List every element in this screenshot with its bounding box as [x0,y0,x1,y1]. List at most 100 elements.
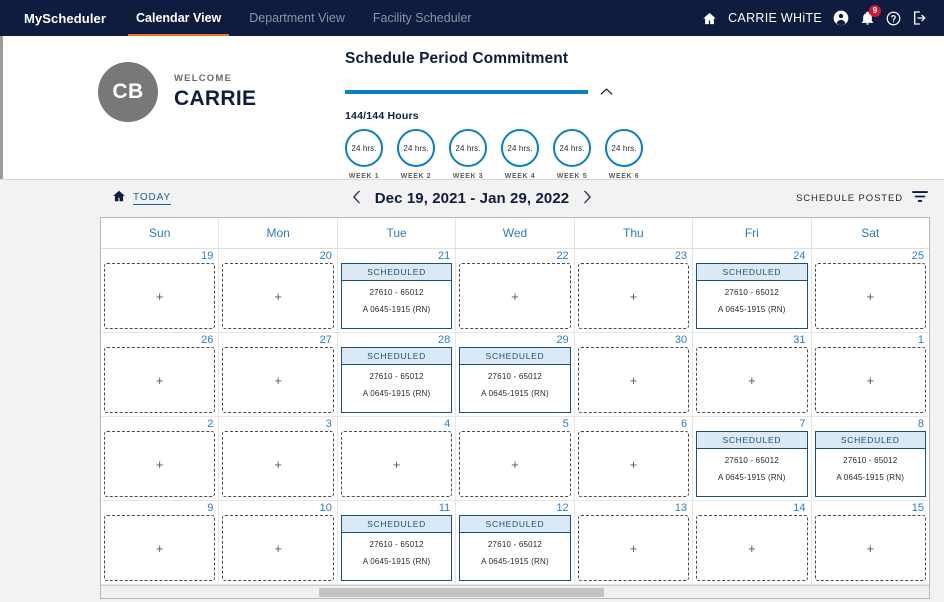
week-summary[interactable]: 24 hrs. WEEK 6 [605,129,643,180]
shift-time: A 0645-1915 (RN) [836,473,905,482]
add-shift-button[interactable]: + [459,263,571,329]
add-shift-button[interactable]: + [222,263,334,329]
shift-status-label: SCHEDULED [697,264,807,281]
week-label: WEEK 2 [400,173,432,180]
welcome-label: WELCOME [174,73,233,84]
nav-right-cluster: CARRIE WHiTE 9 [702,0,944,36]
week-summary[interactable]: 24 hrs. WEEK 2 [397,129,435,180]
chevron-up-icon[interactable] [600,83,613,101]
add-shift-button[interactable]: + [340,431,453,497]
scheduled-shift-card[interactable]: SCHEDULED 27610 - 65012 A 0645-1915 (RN) [814,431,926,497]
account-icon[interactable] [833,10,849,26]
shift-status-label: SCHEDULED [460,516,570,533]
calendar-day-cell: 10 + [219,501,338,585]
scheduled-shift-card[interactable]: SCHEDULED 27610 - 65012 A 0645-1915 (RN) [696,431,808,497]
tab-facility-scheduler[interactable]: Facility Scheduler [359,0,486,36]
tab-calendar-view[interactable]: Calendar View [122,0,235,36]
plus-icon: + [274,456,282,472]
shift-code: 27610 - 65012 [369,540,424,549]
chevron-right-icon[interactable] [583,190,592,207]
commitment-hours-label: 144/144 Hours [345,110,419,122]
week-hours-circle: 24 hrs. [449,129,487,167]
calendar-day-cell: 24 SCHEDULED 27610 - 65012 A 0645-1915 (RN) [693,249,812,333]
add-shift-button[interactable]: + [577,347,690,413]
plus-icon: + [629,372,638,388]
scheduled-shift-card[interactable]: SCHEDULED 27610 - 65012 A 0645-1915 (RN) [340,515,453,581]
add-shift-button[interactable]: + [814,515,926,581]
plus-icon: + [866,540,875,556]
calendar-day-cell: 8 SCHEDULED 27610 - 65012 A 0645-1915 (RN) [811,417,929,501]
left-edge-strip [0,36,3,179]
shift-status-label: SCHEDULED [460,348,570,365]
calendar-toolbar: TODAY Dec 19, 2021 - Jan 29, 2022 SCHEDU… [0,180,944,217]
add-shift-button[interactable]: + [577,263,690,329]
plus-icon: + [748,540,756,556]
day-number: 29 [556,334,569,346]
week-label: WEEK 6 [608,173,640,180]
shift-details: 27610 - 65012 A 0645-1915 (RN) [342,281,451,328]
day-number: 9 [207,502,214,514]
plus-icon: + [866,288,875,304]
calendar-day-cell: 14 + [693,501,812,585]
home-icon [112,189,126,208]
calendar-day-cell: 23 + [574,249,694,333]
help-icon[interactable] [886,11,901,26]
today-button[interactable]: TODAY [112,189,172,208]
add-shift-button[interactable]: + [814,347,926,413]
calendar-day-cell: 31 + [693,333,812,417]
notification-bell-icon[interactable]: 9 [860,4,881,26]
shift-code: 27610 - 65012 [369,372,424,381]
add-shift-button[interactable]: + [459,431,571,497]
plus-icon: + [155,456,164,472]
add-shift-button[interactable]: + [104,263,216,329]
add-shift-button[interactable]: + [577,515,690,581]
horizontal-scrollbar[interactable] [101,585,929,598]
day-number: 13 [674,502,688,514]
week-summary[interactable]: 24 hrs. WEEK 5 [553,129,591,180]
calendar-week-row: 19 +20 +21 SCHEDULED 27610 - 65012 A 0645-191… [101,249,929,333]
scheduled-shift-card[interactable]: SCHEDULED 27610 - 65012 A 0645-1915 (RN) [696,263,808,329]
scrollbar-thumb[interactable] [319,588,604,597]
filter-icon[interactable] [912,190,928,208]
day-header-thu: Thu [575,218,694,248]
day-header-mon: Mon [219,218,338,248]
home-icon[interactable] [702,11,717,26]
plus-icon: + [748,372,756,388]
add-shift-button[interactable]: + [696,515,808,581]
add-shift-button[interactable]: + [696,347,808,413]
calendar-day-cell: 20 + [219,249,338,333]
calendar-day-cell: 5 + [456,417,575,501]
add-shift-button[interactable]: + [104,431,216,497]
calendar-day-cell: 9 + [101,501,220,585]
logout-icon[interactable] [912,10,928,26]
add-shift-button[interactable]: + [814,263,926,329]
calendar-day-cell: 22 + [456,249,575,333]
add-shift-button[interactable]: + [104,515,216,581]
calendar-day-cell: 1 + [811,333,929,417]
plus-icon: + [392,456,401,472]
day-number: 8 [917,418,924,430]
chevron-left-icon[interactable] [352,190,361,207]
calendar-day-cell: 11 SCHEDULED 27610 - 65012 A 0645-1915 (RN) [337,501,457,585]
tab-department-view[interactable]: Department View [235,0,359,36]
user-name-label: CARRIE WHiTE [728,11,822,25]
add-shift-button[interactable]: + [104,347,216,413]
week-summary[interactable]: 24 hrs. WEEK 4 [501,129,539,180]
add-shift-button[interactable]: + [222,515,334,581]
day-number: 10 [319,502,332,514]
week-summary[interactable]: 24 hrs. WEEK 3 [449,129,487,180]
day-number: 5 [562,418,569,430]
welcome-block: CB WELCOME CARRIE [0,36,345,122]
add-shift-button[interactable]: + [577,431,690,497]
scheduled-shift-card[interactable]: SCHEDULED 27610 - 65012 A 0645-1915 (RN) [459,515,571,581]
add-shift-button[interactable]: + [222,431,334,497]
day-number: 24 [793,250,806,262]
plus-icon: + [866,372,875,388]
scheduled-shift-card[interactable]: SCHEDULED 27610 - 65012 A 0645-1915 (RN) [340,263,453,329]
scheduled-shift-card[interactable]: SCHEDULED 27610 - 65012 A 0645-1915 (RN) [459,347,571,413]
add-shift-button[interactable]: + [222,347,334,413]
avatar: CB [98,62,158,122]
week-summary[interactable]: 24 hrs. WEEK 1 [345,129,383,180]
scheduled-shift-card[interactable]: SCHEDULED 27610 - 65012 A 0645-1915 (RN) [340,347,453,413]
calendar-week-rows: 19 +20 +21 SCHEDULED 27610 - 65012 A 0645-191… [101,249,929,585]
